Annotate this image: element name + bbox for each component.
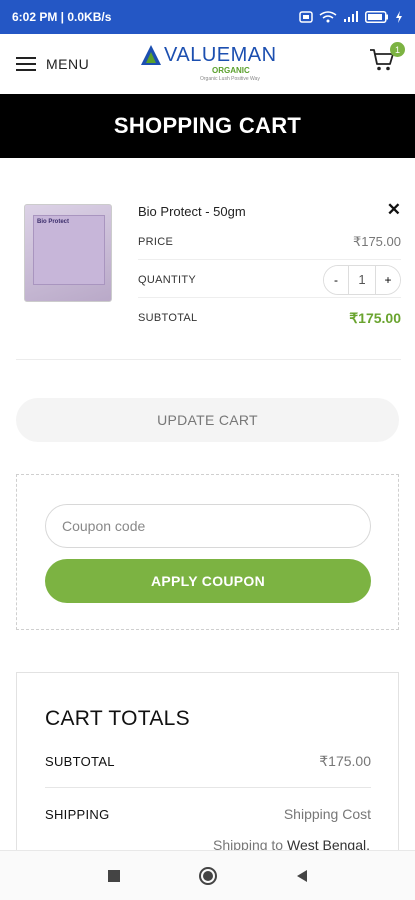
subtotal-label: SUBTOTAL: [138, 312, 198, 324]
totals-subtotal-row: SUBTOTAL ₹175.00: [45, 753, 371, 770]
coupon-code-input[interactable]: [45, 504, 371, 548]
alarm-icon: [299, 11, 313, 23]
price-value: ₹175.00: [352, 233, 401, 249]
logo-subtext: ORGANIC: [212, 66, 250, 75]
signal-icon: [344, 11, 358, 22]
valueman-logo[interactable]: VALUEMAN ORGANIC Organic Lush Positive W…: [140, 40, 280, 88]
coupon-section: APPLY COUPON: [16, 474, 399, 630]
qty-minus-button[interactable]: -: [324, 265, 348, 294]
status-time: 6:02 PM | 0.0KB/s: [12, 10, 112, 24]
circle-icon: [198, 866, 217, 885]
product-image-text: Bio Protect: [37, 219, 70, 225]
shipping-value: Shipping Cost: [283, 806, 371, 822]
update-cart-button[interactable]: UPDATE CART: [16, 398, 399, 442]
back-triangle-icon: [296, 869, 307, 882]
quantity-stepper: - +: [323, 264, 401, 295]
subtotal-row: SUBTOTAL ₹175.00: [138, 300, 401, 336]
status-bar: 6:02 PM | 0.0KB/s: [0, 0, 415, 34]
cart-item: Bio Protect Bio Protect - 50gm ✕ PRICE ₹…: [16, 190, 401, 360]
home-button[interactable]: [196, 864, 220, 888]
page-title-band: SHOPPING CART: [0, 94, 415, 158]
back-button[interactable]: [290, 864, 314, 888]
hamburger-icon: [16, 57, 36, 71]
battery-icon: [365, 11, 388, 23]
totals-subtotal-label: SUBTOTAL: [45, 754, 115, 769]
product-name[interactable]: Bio Protect - 50gm: [138, 204, 246, 219]
menu-label: MENU: [46, 56, 90, 72]
shipping-label: SHIPPING: [45, 806, 110, 822]
cart-button[interactable]: 1: [369, 42, 405, 76]
menu-button[interactable]: MENU: [16, 56, 89, 72]
subtotal-value: ₹175.00: [349, 309, 401, 326]
logo-tagline: Organic Lush Positive Way: [200, 76, 260, 82]
page-title: SHOPPING CART: [113, 113, 302, 138]
shipping-row: SHIPPING Shipping Cost: [45, 806, 371, 822]
qty-input[interactable]: [348, 265, 376, 294]
cart-totals-title: CART TOTALS: [45, 707, 190, 730]
system-nav-bar: [0, 850, 415, 900]
product-image[interactable]: Bio Protect: [24, 204, 112, 302]
wifi-icon: [319, 11, 337, 23]
price-label: PRICE: [138, 235, 174, 248]
recent-apps-button[interactable]: [102, 864, 126, 888]
apply-coupon-button[interactable]: APPLY COUPON: [45, 559, 371, 603]
quantity-row: QUANTITY - +: [138, 262, 401, 298]
charging-icon: [396, 11, 402, 23]
square-icon: [107, 869, 120, 882]
product-packet: [33, 215, 105, 285]
logo-wordmark: VALUEMAN: [164, 44, 277, 66]
qty-plus-button[interactable]: +: [376, 265, 400, 294]
system-icons: [299, 11, 403, 23]
totals-subtotal-value: ₹175.00: [319, 753, 371, 769]
totals-divider: [45, 787, 371, 788]
remove-item-button[interactable]: ✕: [387, 200, 401, 220]
price-row: PRICE ₹175.00: [138, 224, 401, 260]
cart-totals-panel: CART TOTALS SUBTOTAL ₹175.00 SHIPPING Sh…: [16, 672, 399, 872]
app-header: MENU VALUEMAN ORGANIC Organic Lush Posit…: [0, 34, 415, 94]
logo-triangle-icon: [141, 45, 161, 65]
cart-count-badge: 1: [390, 42, 405, 57]
quantity-label: QUANTITY: [138, 273, 197, 286]
